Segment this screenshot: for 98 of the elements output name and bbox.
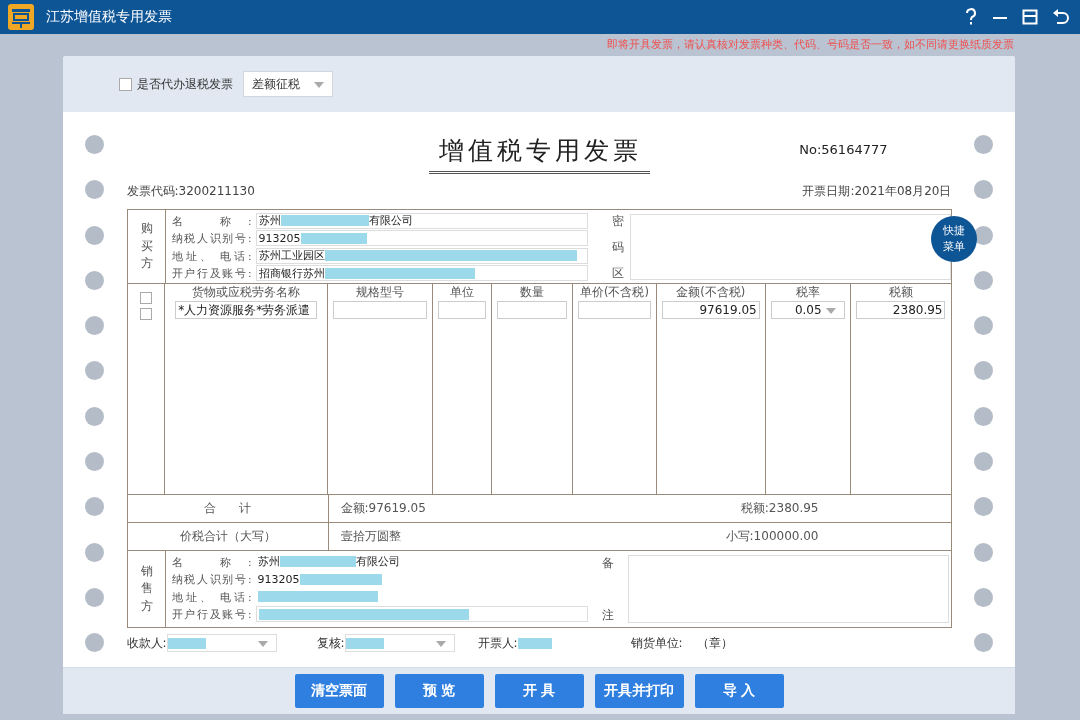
remarks-label: 备注: [601, 555, 614, 624]
action-button[interactable]: 清空票面: [294, 674, 384, 708]
notice-text: 即将开具发票，请认真核对发票种类、代码、号码是否一致，如不同请更换纸质发票: [606, 37, 1015, 53]
field-value: 苏州: [257, 554, 280, 570]
field-label: 名 称:: [171, 554, 252, 569]
field-label: 开户行及账号:: [171, 266, 252, 281]
grand-total-label: 价税合计（大写）: [127, 523, 329, 550]
caret-icon: [314, 82, 324, 88]
amount-in-figures: 小写:100000.00: [725, 528, 819, 545]
input-field[interactable]: 913205: [255, 230, 588, 247]
punch-hole-icon: [85, 497, 105, 517]
section-label: 销售方: [140, 562, 153, 615]
checkbox-label: 是否代办退税发票: [137, 75, 233, 93]
punch-hole-icon: [85, 180, 105, 200]
input-field[interactable]: *人力资源服务*劳务派遣: [175, 301, 318, 319]
column-header: 数量: [520, 284, 544, 301]
punch-hole-icon: [85, 316, 105, 336]
dropdown[interactable]: [166, 634, 277, 652]
field-label: 开票人:: [477, 634, 518, 652]
punch-hole-icon: [85, 406, 105, 426]
field-label: 开户行及账号:: [171, 607, 252, 622]
total-amount: 金额:97619.05: [340, 500, 426, 517]
field-label: 收款人:: [126, 634, 167, 652]
field-value: 有限公司: [355, 554, 400, 570]
column-header: 单价(不含税): [579, 284, 649, 301]
input-field[interactable]: [497, 301, 567, 319]
invoice-number: No:56164777: [799, 142, 888, 157]
input-field[interactable]: 苏州工业园区: [255, 247, 588, 264]
input-field[interactable]: [438, 301, 487, 319]
field-label: 复核:: [316, 634, 345, 652]
invoice-code: 发票代码:3200211130: [126, 183, 255, 200]
checkbox[interactable]: [139, 292, 152, 304]
section-label: 购买方: [140, 220, 153, 273]
action-button[interactable]: 预 览: [394, 674, 484, 708]
column-header: 单位: [450, 284, 475, 301]
punch-hole-icon: [973, 270, 993, 290]
app-logo-icon: [8, 4, 34, 30]
tax-rate-dropdown[interactable]: 0.05: [770, 301, 845, 319]
punch-hole-icon: [85, 542, 105, 562]
back-icon[interactable]: [1052, 9, 1070, 25]
total-label: 合 计: [127, 495, 329, 522]
punch-hole-icon: [973, 497, 993, 517]
punch-hole-icon: [973, 135, 993, 154]
field-label: 销货单位:: [630, 634, 683, 652]
input-field[interactable]: 招商银行苏州: [255, 265, 588, 282]
column-header: 税额: [888, 284, 913, 301]
input-field[interactable]: [577, 301, 651, 319]
cipher-area-label: 密码区: [611, 212, 624, 282]
field-value: 913205: [257, 572, 300, 586]
restore-icon[interactable]: [1022, 9, 1038, 25]
field-label: 地址、 电话:: [171, 248, 252, 263]
punch-hole-icon: [85, 587, 105, 607]
field-label: 纳税人识别号:: [171, 572, 252, 587]
total-tax: 税额:2380.95: [740, 500, 819, 517]
punch-hole-icon: [973, 180, 993, 200]
punch-hole-icon: [85, 225, 105, 245]
punch-hole-icon: [973, 316, 993, 336]
action-button[interactable]: 开具并打印: [594, 674, 684, 708]
input-field[interactable]: 苏州 有限公司: [255, 212, 588, 229]
punch-hole-icon: [973, 452, 993, 472]
input-field[interactable]: 2380.95: [855, 301, 946, 319]
punch-hole-icon: [973, 542, 993, 562]
caret-icon: [257, 641, 268, 647]
field-label: 纳税人识别号:: [171, 231, 252, 246]
punch-hole-icon: [85, 270, 105, 290]
window-title: 江苏增值税专用发票: [46, 8, 172, 26]
tax-mode-dropdown[interactable]: 差额征税: [243, 71, 333, 97]
invoice-title: 增值税专用发票: [428, 134, 650, 174]
remarks-field[interactable]: [627, 555, 949, 623]
column-header: 税率: [795, 284, 820, 301]
punch-hole-icon: [85, 361, 105, 381]
field-value: （章）: [696, 634, 733, 652]
punch-hole-icon: [973, 633, 993, 653]
help-icon[interactable]: [964, 8, 978, 26]
input-field[interactable]: [333, 301, 428, 319]
punch-hole-icon: [85, 633, 105, 653]
field-label: 名 称:: [171, 213, 252, 228]
checkbox[interactable]: [119, 77, 132, 91]
quick-menu-button[interactable]: 快捷菜单: [931, 216, 977, 262]
punch-hole-icon: [85, 135, 105, 154]
action-button[interactable]: 导 入: [694, 674, 784, 708]
column-header: 金额(不含税): [676, 284, 746, 301]
column-header: 货物或应税劳务名称: [192, 284, 301, 301]
dropdown[interactable]: [344, 634, 455, 652]
input-field[interactable]: 97619.05: [661, 301, 760, 319]
caret-icon: [825, 308, 836, 314]
column-header: 规格型号: [356, 284, 405, 301]
invoice-date: 开票日期:2021年08月20日: [802, 183, 952, 200]
punch-hole-icon: [973, 587, 993, 607]
caret-icon: [435, 641, 446, 647]
input-field[interactable]: [255, 606, 588, 623]
amount-in-words: 壹拾万圆整: [340, 528, 401, 545]
punch-hole-icon: [973, 406, 993, 426]
field-label: 地址、 电话:: [171, 589, 252, 604]
action-button[interactable]: 开 具: [494, 674, 584, 708]
punch-hole-icon: [973, 361, 993, 381]
checkbox[interactable]: [139, 308, 152, 320]
punch-hole-icon: [85, 452, 105, 472]
